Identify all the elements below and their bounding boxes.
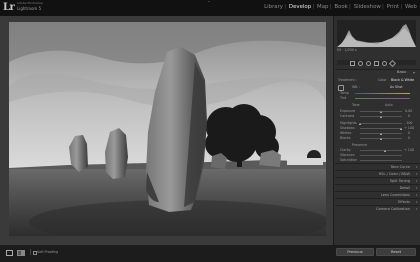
saturation-label: Saturation	[340, 158, 358, 162]
shadows-value[interactable]: + 100	[404, 126, 414, 130]
previous-button[interactable]: Previous	[336, 248, 374, 256]
clarity-knob[interactable]	[384, 150, 386, 152]
exposure-knob[interactable]	[380, 111, 382, 113]
lightroom-logo: Lr	[3, 2, 15, 13]
section-label: Effects	[398, 199, 410, 204]
vibrance-slider[interactable]	[360, 155, 402, 156]
exposure-label: Exposure	[340, 109, 356, 113]
blacks-label: Blacks	[340, 136, 351, 140]
blacks-knob[interactable]	[380, 138, 382, 140]
shadows-label: Shadows	[340, 126, 355, 130]
highlights-label: Highlights	[340, 121, 357, 125]
tone-auto-button[interactable]: Auto	[385, 103, 393, 107]
treatment-color[interactable]: Color	[378, 78, 387, 82]
section-label: Split Toning	[389, 178, 410, 183]
tint-slider[interactable]	[355, 98, 410, 99]
loupe-view-icon[interactable]	[6, 250, 13, 256]
spot-removal-icon[interactable]	[358, 61, 363, 66]
tint-label: Tint	[340, 96, 347, 100]
tone-label: Tone	[352, 103, 360, 107]
blacks-value[interactable]: 0	[408, 136, 410, 140]
presence-label: Presence	[352, 143, 367, 147]
module-print[interactable]: Print	[387, 4, 399, 10]
reset-button[interactable]: Reset	[376, 248, 416, 256]
product-label: Lightroom 5	[17, 6, 42, 11]
section-split-toning[interactable]: Split Toning	[335, 177, 420, 184]
shadows-slider[interactable]	[360, 128, 402, 129]
section-label: Camera Calibration	[376, 206, 410, 211]
section-hsl[interactable]: HSL / Color / B&W	[335, 170, 420, 177]
before-after-icon[interactable]	[17, 250, 25, 256]
wb-label: WB :	[352, 85, 360, 89]
module-book[interactable]: Book	[334, 4, 347, 10]
section-lens-corrections[interactable]: Lens Corrections	[335, 191, 420, 198]
expand-icon	[416, 187, 417, 189]
whites-label: Whites	[340, 131, 352, 135]
expand-icon	[416, 208, 417, 210]
section-label: HSL / Color / B&W	[378, 171, 410, 176]
module-web[interactable]: Web	[405, 4, 417, 10]
expand-icon	[416, 173, 417, 175]
crop-tool-icon[interactable]	[350, 61, 355, 66]
contrast-knob[interactable]	[380, 116, 382, 118]
vibrance-label: Vibrance	[340, 153, 355, 157]
module-slideshow[interactable]: Slideshow	[354, 4, 381, 10]
exposure-value[interactable]: 0.00	[405, 109, 412, 113]
histogram-info: f/9 · 1/250 s	[337, 48, 357, 52]
expand-icon	[416, 166, 417, 168]
redeye-icon[interactable]	[366, 61, 371, 66]
saturation-slider[interactable]	[360, 160, 402, 161]
expand-icon	[416, 194, 417, 196]
shadows-knob[interactable]	[400, 128, 402, 130]
catalog-label: Adobe Photoshop	[17, 1, 44, 5]
section-detail[interactable]: Detail	[335, 184, 420, 191]
treatment-bw[interactable]: Black & White	[391, 78, 414, 82]
section-label: Lens Corrections	[380, 192, 410, 197]
top-panel-toggle-icon[interactable]	[208, 1, 210, 2]
section-tone-curve[interactable]: Tone Curve	[335, 163, 420, 170]
basic-collapse-icon[interactable]	[413, 72, 415, 74]
treatment-label: Treatment :	[338, 78, 357, 82]
section-effects[interactable]: Effects	[335, 198, 420, 205]
module-library[interactable]: Library	[264, 4, 283, 10]
clarity-label: Clarity	[340, 148, 351, 152]
module-map[interactable]: Map	[317, 4, 328, 10]
whites-knob[interactable]	[380, 133, 382, 135]
contrast-label: Contrast	[340, 114, 355, 118]
whites-value[interactable]: 0	[408, 131, 410, 135]
contrast-value[interactable]: 0	[408, 114, 410, 118]
module-picker: Library| Develop| Map| Book| Slideshow| …	[264, 4, 417, 10]
temp-slider[interactable]	[355, 93, 410, 94]
basic-section-header[interactable]	[335, 69, 420, 76]
highlights-knob[interactable]	[359, 123, 361, 125]
temp-label: Temp	[340, 91, 349, 95]
wb-value[interactable]: As Shot	[390, 85, 403, 89]
histogram	[337, 20, 416, 47]
soft-proofing-label: Soft Proofing	[37, 250, 59, 254]
highlights-value[interactable]: - 100	[404, 121, 413, 125]
clarity-value[interactable]: + 100	[404, 148, 414, 152]
module-develop[interactable]: Develop	[289, 4, 311, 10]
expand-icon	[416, 180, 417, 182]
graduated-filter-icon[interactable]	[374, 61, 379, 66]
section-label: Detail	[399, 185, 410, 190]
section-camera-calibration[interactable]: Camera Calibration	[335, 205, 420, 212]
toolbar-divider	[30, 249, 31, 255]
radial-filter-icon[interactable]	[382, 61, 387, 66]
section-label: Tone Curve	[390, 164, 411, 169]
highlights-slider[interactable]	[360, 123, 402, 124]
photo-preview	[9, 22, 326, 236]
basic-title: Basic	[397, 70, 407, 74]
clarity-slider[interactable]	[360, 150, 402, 151]
expand-icon	[416, 201, 417, 203]
